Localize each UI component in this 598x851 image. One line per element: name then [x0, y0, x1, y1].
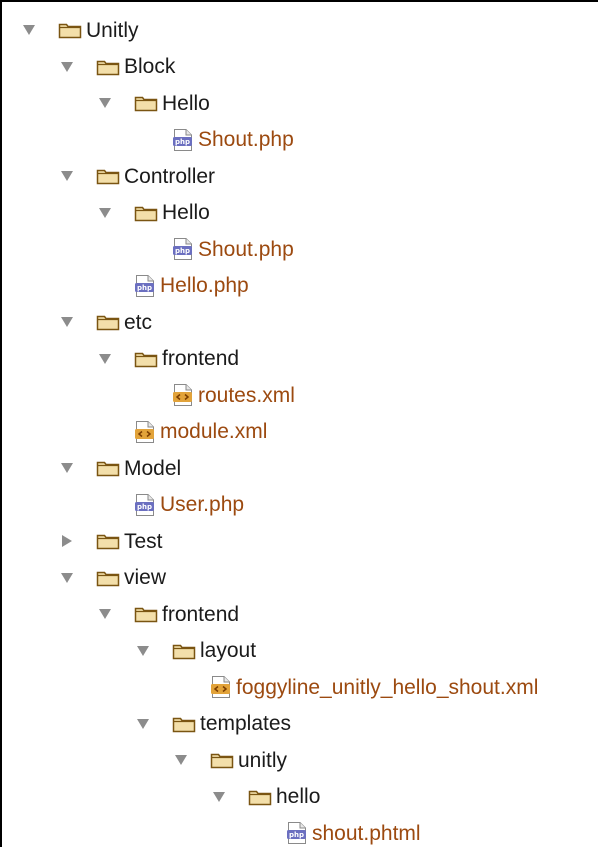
folder-label: Hello	[162, 201, 210, 224]
tree-file-routes-xml[interactable]: routes.xml	[134, 377, 295, 413]
folder-label: etc	[124, 310, 153, 334]
tree-folder-unitly[interactable]: Unitly	[20, 12, 139, 48]
xml-file-icon	[210, 675, 232, 699]
folder-icon	[134, 605, 158, 623]
collapse-arrow-icon[interactable]	[134, 715, 152, 733]
tree-folder-hello[interactable]: Hello	[96, 195, 210, 231]
file-tree: Unitly Block Hello php Shout.php Controller He…	[2, 2, 598, 849]
folder-label: Controller	[124, 164, 216, 188]
collapse-arrow-icon[interactable]	[58, 313, 76, 331]
svg-text:php: php	[137, 284, 152, 292]
svg-text:php: php	[175, 138, 190, 146]
folder-icon	[210, 751, 234, 769]
svg-text:php: php	[137, 503, 152, 511]
folder-label: unitly	[238, 748, 288, 772]
svg-text:php: php	[289, 831, 304, 839]
tree-file-shout-phtml[interactable]: php shout.phtml	[248, 815, 421, 851]
file-label: foggyline_unitly_hello_shout.xml	[236, 675, 539, 699]
collapse-arrow-icon[interactable]	[172, 751, 190, 769]
folder-icon	[248, 788, 272, 806]
folder-label: frontend	[162, 347, 240, 370]
php-file-icon: php	[286, 821, 308, 845]
file-label: Shout.php	[198, 237, 294, 261]
folder-label: Test	[124, 529, 163, 553]
file-label: Shout.php	[198, 128, 294, 151]
php-file-icon: php	[172, 237, 194, 261]
folder-icon	[134, 94, 158, 112]
tree-folder-controller[interactable]: Controller	[58, 158, 215, 194]
tree-folder-frontend[interactable]: frontend	[96, 341, 239, 377]
folder-label: Hello	[162, 91, 210, 115]
expand-arrow-icon[interactable]	[58, 532, 76, 550]
collapse-arrow-icon[interactable]	[96, 204, 114, 222]
tree-folder-etc[interactable]: etc	[58, 304, 152, 340]
tree-folder-view[interactable]: view	[58, 560, 166, 596]
folder-icon	[96, 167, 120, 185]
collapse-arrow-icon[interactable]	[58, 569, 76, 587]
collapse-arrow-icon[interactable]	[58, 58, 76, 76]
folder-label: layout	[200, 639, 257, 662]
php-file-icon: php	[172, 128, 194, 152]
folder-icon	[96, 459, 120, 477]
xml-file-icon	[172, 383, 194, 407]
collapse-arrow-icon[interactable]	[96, 350, 114, 368]
tree-folder-unitly[interactable]: unitly	[172, 742, 287, 778]
folder-icon	[134, 350, 158, 368]
svg-text:php: php	[175, 247, 190, 255]
folder-icon	[172, 715, 196, 733]
folder-icon	[96, 569, 120, 587]
folder-label: view	[124, 566, 167, 589]
tree-folder-layout[interactable]: layout	[134, 633, 256, 669]
collapse-arrow-icon[interactable]	[210, 788, 228, 806]
tree-folder-templates[interactable]: templates	[134, 706, 291, 742]
tree-folder-model[interactable]: Model	[58, 450, 181, 486]
folder-icon	[96, 313, 120, 331]
folder-icon	[96, 58, 120, 76]
tree-folder-block[interactable]: Block	[58, 49, 175, 85]
file-label: routes.xml	[198, 383, 295, 407]
folder-icon	[96, 532, 120, 550]
tree-file-module-xml[interactable]: module.xml	[96, 414, 267, 450]
file-label: shout.phtml	[312, 821, 421, 845]
folder-label: Block	[124, 55, 176, 78]
file-label: module.xml	[160, 420, 268, 443]
tree-file-user-php[interactable]: php User.php	[96, 487, 244, 523]
folder-icon	[134, 204, 158, 222]
folder-label: frontend	[162, 602, 240, 626]
collapse-arrow-icon[interactable]	[20, 21, 38, 39]
tree-folder-frontend[interactable]: frontend	[96, 596, 239, 632]
project-tree-panel: Unitly Block Hello php Shout.php Controller He…	[0, 0, 598, 847]
folder-label: Unitly	[86, 18, 139, 42]
collapse-arrow-icon[interactable]	[96, 605, 114, 623]
file-label: Hello.php	[160, 274, 249, 297]
folder-icon	[58, 21, 82, 39]
tree-file-shout-php[interactable]: php Shout.php	[134, 231, 294, 267]
folder-label: templates	[200, 712, 292, 735]
file-label: User.php	[160, 493, 245, 516]
tree-file-shout-php[interactable]: php Shout.php	[134, 122, 294, 158]
folder-icon	[172, 642, 196, 660]
collapse-arrow-icon[interactable]	[96, 94, 114, 112]
tree-folder-test[interactable]: Test	[58, 523, 163, 559]
tree-folder-hello[interactable]: hello	[210, 779, 320, 815]
tree-folder-hello[interactable]: Hello	[96, 85, 210, 121]
xml-file-icon	[134, 420, 156, 444]
tree-file-foggyline-unitly-hello-shout-xml[interactable]: foggyline_unitly_hello_shout.xml	[172, 669, 538, 705]
tree-file-hello-php[interactable]: php Hello.php	[96, 268, 249, 304]
collapse-arrow-icon[interactable]	[134, 642, 152, 660]
collapse-arrow-icon[interactable]	[58, 167, 76, 185]
collapse-arrow-icon[interactable]	[58, 459, 76, 477]
php-file-icon: php	[134, 274, 156, 298]
php-file-icon: php	[134, 493, 156, 517]
folder-label: Model	[124, 456, 182, 480]
folder-label: hello	[276, 785, 321, 808]
